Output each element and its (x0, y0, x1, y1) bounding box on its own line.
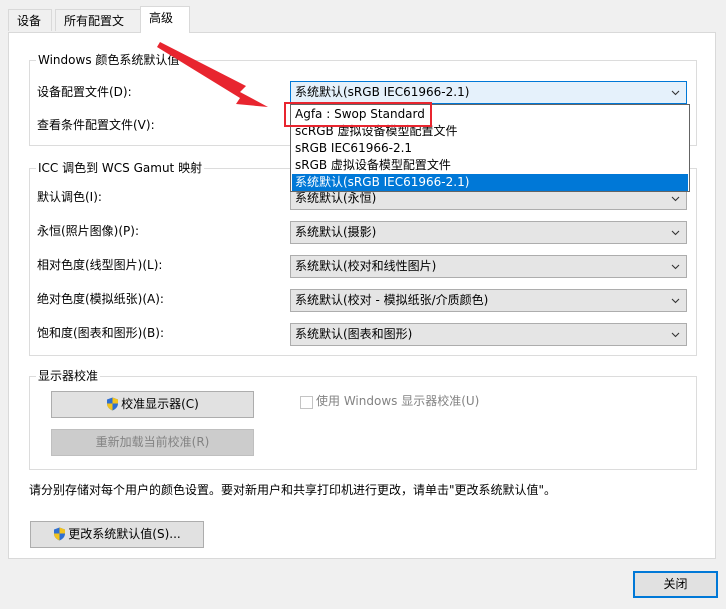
dropdown-option[interactable]: sRGB IEC61966-2.1 (292, 140, 688, 157)
relative-colorimetric-value: 系统默认(校对和线性图片) (295, 259, 437, 273)
reload-calibration-label: 重新加载当前校准(R) (95, 435, 210, 449)
saturation-combo[interactable]: 系统默认(图表和图形) (290, 323, 687, 346)
gamut-row-label: 绝对色度(模拟纸张)(A): (37, 292, 164, 306)
annotation-highlight-box (284, 102, 432, 127)
use-windows-calibration-label: 使用 Windows 显示器校准(U) (316, 394, 480, 408)
gamut-row-label: 相对色度(线型图片)(L): (37, 258, 163, 272)
tab-advanced[interactable]: 高级 (140, 6, 190, 33)
calibrate-display-label: 校准显示器(C) (121, 397, 199, 411)
chevron-down-icon (671, 196, 680, 202)
gamut-row-label: 默认调色(I): (37, 190, 102, 204)
chevron-down-icon (671, 298, 680, 304)
absolute-colorimetric-value: 系统默认(校对 - 模拟纸张/介质颜色) (295, 293, 489, 307)
info-note: 请分别存储对每个用户的颜色设置。要对新用户和共享打印机进行更改，请单击"更改系统… (29, 483, 557, 497)
uac-shield-icon (107, 397, 119, 411)
absolute-colorimetric-combo[interactable]: 系统默认(校对 - 模拟纸张/介质颜色) (290, 289, 687, 312)
reload-calibration-button[interactable]: 重新加载当前校准(R) (51, 429, 254, 456)
saturation-value: 系统默认(图表和图形) (295, 327, 413, 341)
uac-shield-icon (54, 527, 66, 541)
device-profile-value: 系统默认(sRGB IEC61966-2.1) (295, 85, 470, 99)
perceptual-combo[interactable]: 系统默认(摄影) (290, 221, 687, 244)
gamut-row-label: 饱和度(图表和图形)(B): (37, 326, 165, 340)
calibration-title: 显示器校准 (36, 369, 101, 383)
chevron-down-icon (671, 264, 680, 270)
chevron-down-icon (671, 230, 680, 236)
dropdown-option-selected[interactable]: 系统默认(sRGB IEC61966-2.1) (292, 174, 688, 191)
gamut-row-label: 永恒(照片图像)(P): (37, 224, 140, 238)
default-rendering-value: 系统默认(永恒) (295, 191, 377, 205)
perceptual-value: 系统默认(摄影) (295, 225, 377, 239)
tab-devices[interactable]: 设备 (8, 9, 52, 31)
chevron-down-icon (671, 332, 680, 338)
close-button[interactable]: 关闭 (633, 571, 718, 598)
viewing-conditions-label: 查看条件配置文件(V): (37, 118, 155, 132)
calibrate-display-button[interactable]: 校准显示器(C) (51, 391, 254, 418)
change-system-defaults-button[interactable]: 更改系统默认值(S)... (30, 521, 204, 548)
tab-all-profiles[interactable]: 所有配置文件 (55, 9, 141, 50)
chevron-down-icon (671, 90, 680, 96)
windows-defaults-title: Windows 颜色系统默认值 (36, 53, 182, 67)
relative-colorimetric-combo[interactable]: 系统默认(校对和线性图片) (290, 255, 687, 278)
dropdown-option[interactable]: sRGB 虚拟设备模型配置文件 (292, 157, 688, 174)
device-profile-label: 设备配置文件(D): (37, 85, 132, 99)
close-label: 关闭 (663, 577, 688, 591)
use-windows-calibration-checkbox[interactable] (300, 396, 313, 409)
change-system-defaults-label: 更改系统默认值(S)... (68, 527, 181, 541)
device-profile-combo[interactable]: 系统默认(sRGB IEC61966-2.1) (290, 81, 687, 104)
gamut-mapping-title: ICC 调色到 WCS Gamut 映射 (36, 161, 205, 175)
